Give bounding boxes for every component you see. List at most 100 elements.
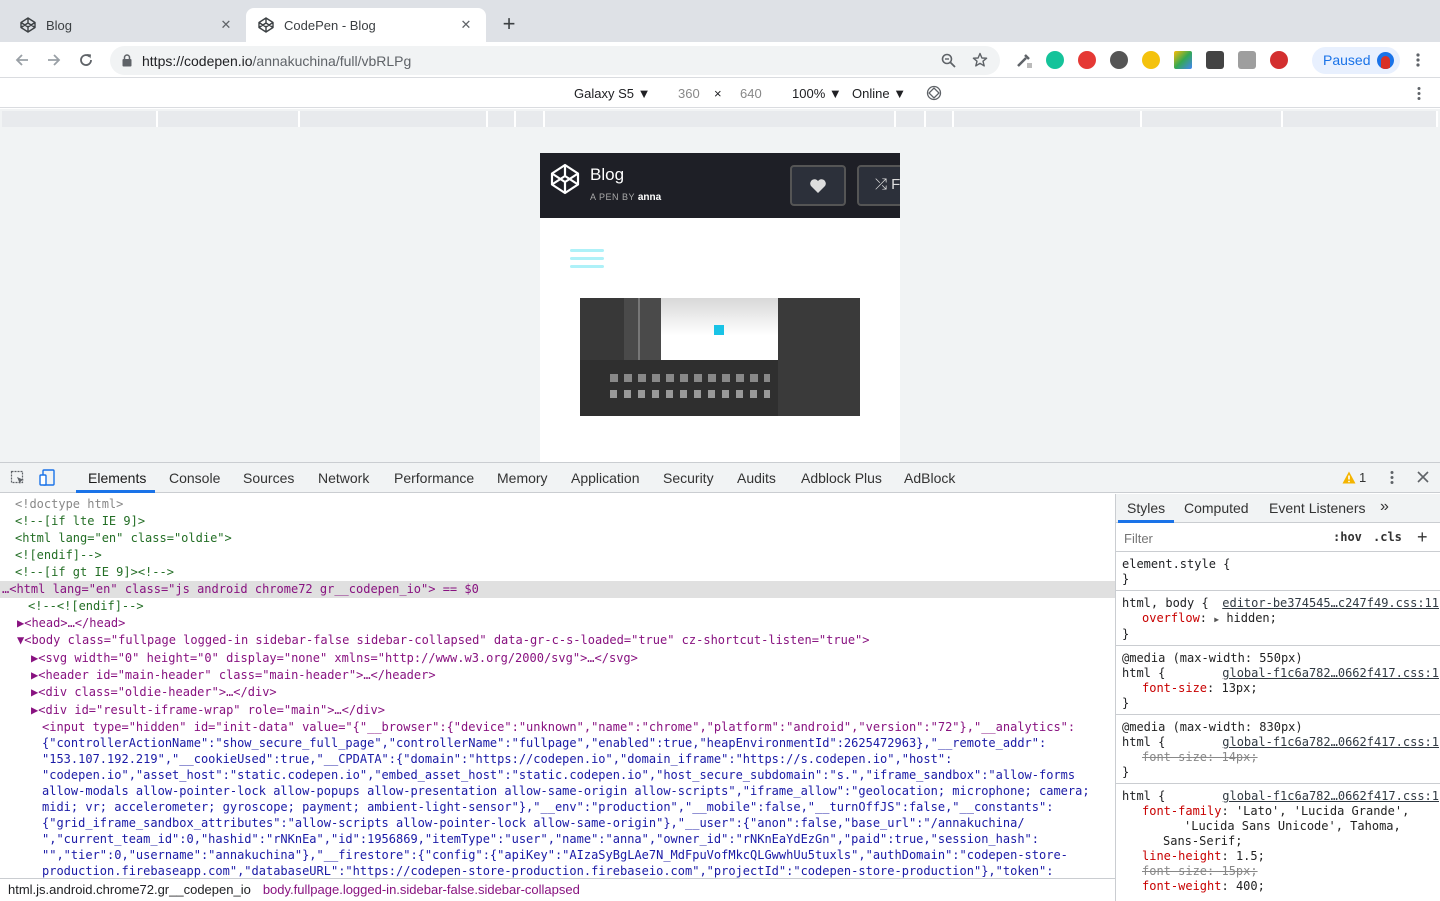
tab-adblock[interactable]: AdBlock — [904, 470, 955, 486]
back-button[interactable] — [10, 48, 34, 72]
dom-line[interactable]: ","current_team_id":0,"hashid":"rNKnEa",… — [0, 831, 1115, 848]
star-icon[interactable] — [972, 52, 988, 68]
shield-extension-icon[interactable] — [1206, 51, 1224, 69]
image-extension-icon[interactable] — [1174, 51, 1192, 69]
ruler-segment[interactable] — [1142, 111, 1283, 127]
dom-line[interactable]: "153.107.192.219","__cookieUsed":true,"_… — [0, 751, 1115, 768]
rule-property-overridden[interactable]: font-size: 15px; — [1122, 864, 1435, 879]
tab-security[interactable]: Security — [663, 470, 714, 486]
new-tab-button[interactable]: + — [498, 13, 520, 36]
zoom-icon[interactable] — [941, 53, 956, 68]
styles-filter-input[interactable] — [1119, 527, 1322, 549]
address-bar[interactable]: https://codepen.io/annakuchina/full/vbRL… — [110, 46, 1000, 75]
tab-styles[interactable]: Styles — [1127, 500, 1165, 516]
dom-line[interactable]: ▶<svg width="0" height="0" display="none… — [0, 650, 1115, 667]
rule-property-overridden[interactable]: font-size: 14px; — [1122, 750, 1435, 765]
hamburger-menu-icon[interactable] — [570, 249, 604, 273]
tab-blog[interactable]: Blog ✕ — [8, 8, 246, 42]
tab-network[interactable]: Network — [318, 470, 369, 486]
tab-performance[interactable]: Performance — [394, 470, 474, 486]
dom-line[interactable]: <!--<![endif]--> — [0, 598, 1115, 615]
rule-selector[interactable]: element.style { — [1122, 557, 1435, 572]
spy-extension-icon[interactable] — [1110, 51, 1128, 69]
more-tabs-button[interactable]: » — [1380, 498, 1389, 516]
warning-icon[interactable] — [1342, 471, 1356, 484]
rule-property[interactable]: font-size: 13px; — [1122, 681, 1435, 696]
heart-button[interactable] — [790, 165, 846, 206]
ruler-segment[interactable] — [954, 111, 1142, 127]
new-rule-button[interactable]: + — [1417, 527, 1428, 548]
width-input[interactable]: 360 — [678, 86, 700, 101]
close-icon[interactable]: ✕ — [218, 17, 234, 33]
kebab-menu-icon[interactable] — [1414, 52, 1422, 68]
cls-toggle[interactable]: .cls — [1373, 530, 1402, 544]
ruler-segment[interactable] — [1283, 111, 1438, 127]
dom-line[interactable]: <!--[if gt IE 9]><!--> — [0, 564, 1115, 581]
dom-line[interactable]: allow-modals allow-pointer-lock allow-po… — [0, 783, 1115, 800]
dom-line[interactable]: midi; vr; accelerometer; gyroscope; paym… — [0, 799, 1115, 816]
dom-line[interactable]: <!doctype html> — [0, 496, 1115, 513]
rule-value[interactable]: 'Lato', 'Lucida Grande', — [1236, 804, 1409, 818]
ruler-segment[interactable] — [896, 111, 926, 127]
avatar-extension-icon[interactable] — [1142, 51, 1160, 69]
dom-line-selected[interactable]: …<html lang="en" class="js android chrom… — [0, 581, 1115, 599]
rule-value[interactable]: 400; — [1236, 879, 1265, 893]
dom-line[interactable]: <html lang="en" class="oldie"> — [0, 530, 1115, 547]
dom-line[interactable]: ▼<body class="fullpage logged-in sidebar… — [0, 632, 1115, 649]
devtools-menu-icon[interactable] — [1389, 470, 1395, 485]
breadcrumb-html[interactable]: html.js.android.chrome72.gr__codepen_io — [8, 882, 251, 897]
k-extension-icon[interactable] — [1238, 51, 1256, 69]
height-input[interactable]: 640 — [740, 86, 762, 101]
rule-property[interactable]: line-height: 1.5; — [1122, 849, 1435, 864]
dom-line[interactable]: <![endif]--> — [0, 547, 1115, 564]
dom-line[interactable]: production.firebaseapp.com","databaseURL… — [0, 863, 1115, 878]
dom-line[interactable]: ▶<head>…</head> — [0, 615, 1115, 632]
tab-memory[interactable]: Memory — [497, 470, 548, 486]
inspect-icon[interactable] — [10, 470, 26, 486]
ruler-segment[interactable] — [516, 111, 545, 127]
tab-audits[interactable]: Audits — [737, 470, 776, 486]
rule-source-link[interactable]: editor-be374545…c247f49.css:11 — [1222, 596, 1439, 611]
hov-toggle[interactable]: :hov — [1333, 530, 1362, 544]
rule-value[interactable]: 13px; — [1221, 681, 1257, 695]
more-options-icon[interactable] — [1416, 86, 1422, 101]
eyedropper-extension-icon[interactable] — [1015, 51, 1033, 69]
rule-value[interactable]: hidden; — [1226, 611, 1277, 625]
profile-button[interactable]: Paused — [1312, 47, 1400, 74]
dom-line[interactable]: "codepen.io","asset_host":"static.codepe… — [0, 767, 1115, 784]
zoom-select[interactable]: 100% ▼ — [792, 86, 842, 101]
device-toggle-icon[interactable] — [39, 469, 56, 486]
rule-property[interactable]: font-weight: 400; — [1122, 879, 1435, 894]
dom-line[interactable]: ▶<header id="main-header" class="main-he… — [0, 667, 1115, 684]
warning-count[interactable]: 1 — [1359, 470, 1366, 485]
pen-author[interactable]: anna — [638, 192, 661, 203]
rule-property[interactable]: overflow: ▶ hidden; — [1122, 611, 1435, 627]
tab-event-listeners[interactable]: Event Listeners — [1269, 500, 1366, 516]
ruler-segment[interactable] — [488, 111, 516, 127]
ruler-segment[interactable] — [158, 111, 300, 127]
ruler-segment[interactable] — [300, 111, 488, 127]
ruler-segment[interactable] — [926, 111, 954, 127]
dom-line[interactable]: ▶<div id="result-iframe-wrap" role="main… — [0, 702, 1115, 719]
dom-line[interactable]: {"controllerActionName":"show_secure_ful… — [0, 735, 1115, 752]
tab-elements[interactable]: Elements — [88, 470, 146, 486]
rule-source-link[interactable]: global-f1c6a782…0662f417.css:1 — [1222, 789, 1439, 804]
close-icon[interactable]: ✕ — [458, 17, 474, 33]
dom-line[interactable]: {"grid_iframe_sandbox_attributes":"allow… — [0, 815, 1115, 832]
close-icon[interactable] — [1417, 471, 1429, 483]
forward-button[interactable] — [42, 48, 66, 72]
fork-button[interactable]: ⤮ F — [857, 165, 900, 206]
rule-source-link[interactable]: global-f1c6a782…0662f417.css:1 — [1222, 735, 1439, 750]
tab-console[interactable]: Console — [169, 470, 220, 486]
dom-line[interactable]: <!--[if lte IE 9]> — [0, 513, 1115, 530]
breadcrumb-body[interactable]: body.fullpage.logged-in.sidebar-false.si… — [263, 882, 580, 897]
rule-source-link[interactable]: global-f1c6a782…0662f417.css:1 — [1222, 666, 1439, 681]
tab-computed[interactable]: Computed — [1184, 500, 1249, 516]
hand-extension-icon[interactable] — [1078, 51, 1096, 69]
reload-button[interactable] — [74, 48, 98, 72]
adblock-plus-extension-icon[interactable] — [1270, 51, 1288, 69]
dom-line[interactable]: <input type="hidden" id="init-data" valu… — [0, 719, 1115, 736]
grammarly-extension-icon[interactable] — [1046, 51, 1064, 69]
tab-application[interactable]: Application — [571, 470, 640, 486]
rule-property[interactable]: font-family: 'Lato', 'Lucida Grande', — [1122, 804, 1435, 819]
